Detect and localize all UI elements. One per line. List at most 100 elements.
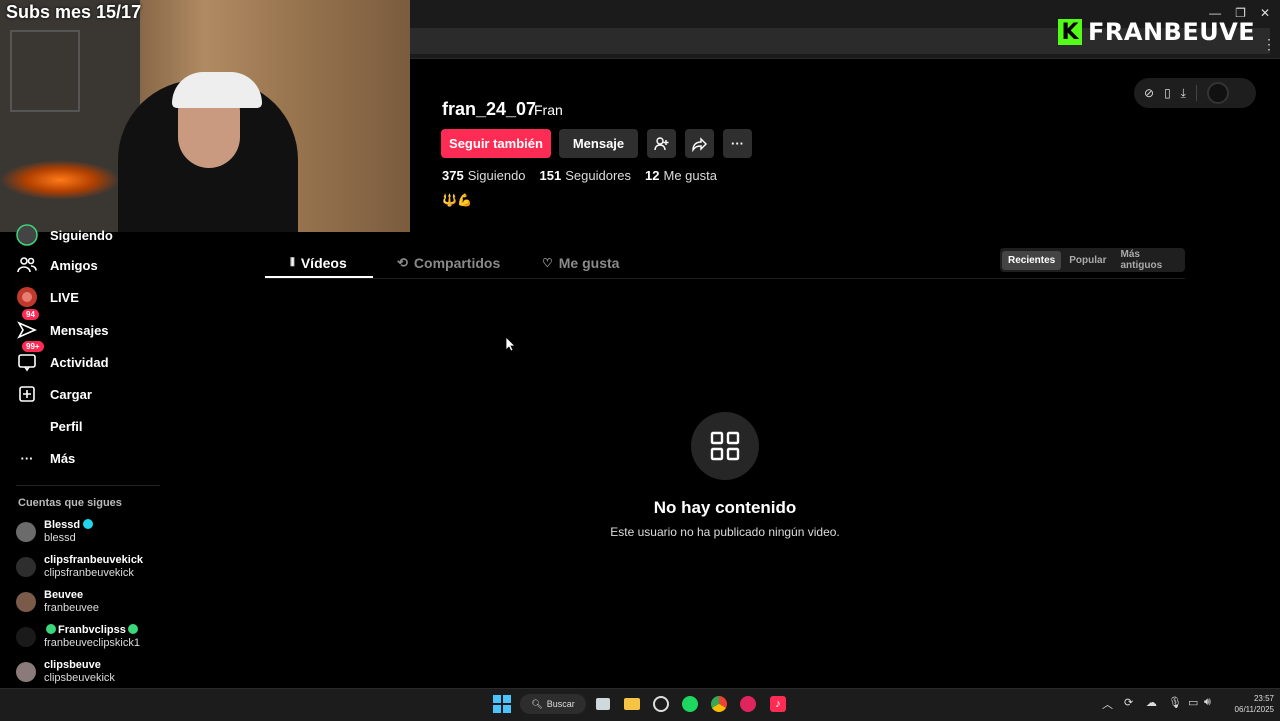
tray-app-icon[interactable]: ☁ [1146, 696, 1157, 709]
sidebar-item-label: Siguiendo [50, 227, 113, 243]
sidebar-divider [16, 485, 160, 486]
search-icon: 🔍︎ [531, 698, 543, 709]
profile-stats: 375 Siguiendo 151 Seguidores 12 Me gusta [442, 168, 717, 183]
share-button[interactable] [685, 129, 714, 158]
file-explorer-icon[interactable] [620, 692, 644, 716]
likes-stat: 12 Me gusta [645, 168, 717, 183]
toggle-icon[interactable] [1206, 82, 1229, 104]
activity-icon: 99+ [16, 341, 44, 373]
account-name: Beuvee [44, 589, 84, 601]
account-username: clipsbeuvekick [44, 672, 115, 684]
sidebar-item-friends[interactable]: Amigos [16, 254, 98, 276]
kick-logo-icon: K [1058, 19, 1082, 45]
tray-sync-icon[interactable]: ⟳ [1124, 696, 1133, 709]
account-name: clipsfranbeuvekick [44, 554, 144, 566]
tab-liked[interactable]: ♡ Me gusta [542, 255, 619, 271]
more-options-button[interactable]: ··· [723, 129, 752, 158]
ellipsis-icon: ··· [731, 136, 744, 151]
sort-option-oldest[interactable]: Más antiguos [1114, 245, 1183, 275]
follow-back-button[interactable]: Seguir también [441, 129, 551, 158]
avatar [16, 627, 36, 647]
tab-videos[interactable]: ⦀ Vídeos [290, 255, 347, 271]
clock-date: 06/11/2025 [1234, 705, 1274, 714]
sidebar-item-live[interactable]: LIVE [16, 286, 79, 308]
taskbar-search[interactable]: 🔍︎ Buscar [520, 694, 586, 714]
sidebar-item-upload[interactable]: Cargar [16, 383, 92, 405]
followers-stat[interactable]: 151 Seguidores [540, 168, 631, 183]
sidebar-item-following[interactable]: Siguiendo [16, 224, 113, 246]
sidebar-item-label: Mensajes [50, 322, 109, 338]
phone-icon[interactable]: ▯ [1164, 86, 1171, 100]
app-red-icon[interactable] [736, 692, 760, 716]
sort-option-recent[interactable]: Recientes [1002, 250, 1062, 270]
sort-option-popular[interactable]: Popular [1063, 251, 1112, 270]
live-dot-icon [127, 624, 138, 634]
close-icon[interactable]: ✕ [1260, 6, 1270, 20]
obs-icon[interactable] [649, 692, 673, 716]
tab-reposts[interactable]: ⟲ Compartidos [397, 255, 500, 271]
messages-icon: 94 [16, 309, 39, 341]
spotify-icon[interactable] [678, 692, 702, 716]
account-name: Franbvclipss [58, 624, 126, 636]
tiktok-icon[interactable]: ♪ [766, 692, 790, 716]
sidebar-item-activity[interactable]: 99+ Actividad [16, 341, 109, 373]
sidebar-item-label: Más [50, 450, 76, 466]
live-dot-icon [46, 624, 56, 634]
task-view-icon[interactable] [591, 692, 615, 716]
taskbar-clock[interactable]: 23:57 06/11/2025 [1218, 693, 1274, 715]
compass-icon[interactable]: ⊘ [1144, 86, 1154, 100]
sidebar-item-messages[interactable]: 94 Mensajes [16, 309, 109, 341]
heart-icon: ♡ [542, 256, 553, 270]
avatar [16, 592, 36, 612]
profile-username: fran_24_07 [442, 99, 537, 119]
sidebar-item-profile[interactable]: Perfil [16, 415, 83, 437]
sidebar-item-label: Amigos [50, 257, 98, 273]
friends-icon [16, 254, 38, 276]
tray-chevron-icon[interactable]: ︿ [1102, 696, 1113, 712]
followed-account[interactable]: clipsbeuve clipsbeuvekick [16, 659, 115, 685]
suggested-accounts-button[interactable] [647, 129, 676, 158]
sidebar-item-label: Actividad [50, 354, 109, 370]
avatar [16, 662, 36, 682]
account-username: franbeuveclipskick1 [44, 637, 140, 649]
network-icon[interactable]: ▭ [1188, 696, 1198, 709]
account-name: Blessd [44, 519, 81, 531]
clock-time: 23:57 [1253, 694, 1274, 703]
messages-badge: 94 [22, 309, 39, 320]
verified-icon [83, 519, 94, 529]
tabs-divider [265, 278, 1185, 279]
profile-nickname: Fran [534, 102, 563, 118]
following-accounts-title: Cuentas que sigues [18, 497, 122, 509]
sort-switcher: Recientes Popular Más antiguos [1000, 248, 1185, 272]
volume-icon[interactable]: 🔊︎ [1204, 696, 1211, 709]
share-icon [691, 136, 707, 152]
account-name: clipsbeuve [44, 659, 101, 671]
sidebar-item-label: Cargar [50, 386, 92, 402]
more-icon: ··· [20, 450, 34, 466]
profile-icon [16, 415, 38, 437]
windows-start-icon[interactable] [490, 692, 514, 716]
sidebar-item-more[interactable]: ··· Más [16, 447, 76, 469]
followed-account[interactable]: Franbvclipss franbeuveclipskick1 [16, 624, 140, 650]
upload-icon [16, 383, 38, 405]
empty-state-title: No hay contenido [653, 498, 797, 517]
chrome-icon[interactable] [707, 692, 731, 716]
floating-toolbar: ⊘ ▯ ⤓ [1134, 78, 1256, 108]
webcam-overlay [0, 0, 410, 232]
followed-account[interactable]: Beuvee franbeuvee [16, 589, 99, 615]
followed-account[interactable]: Blessd blessd [16, 519, 94, 545]
avatar [16, 522, 36, 542]
avatar [16, 557, 36, 577]
microphone-icon[interactable]: 🎙︎ [1168, 696, 1182, 709]
grid-bars-icon: ⦀ [290, 256, 295, 269]
followed-account[interactable]: clipsfranbeuvekick clipsfranbeuvekick [16, 554, 143, 580]
empty-state-subtitle: Este usuario no ha publicado ningún vide… [610, 525, 840, 539]
mouse-cursor-icon [505, 336, 516, 357]
empty-grid-icon [691, 412, 759, 480]
account-username: franbeuvee [44, 602, 100, 614]
message-button[interactable]: Mensaje [559, 129, 638, 158]
browser-menu-icon[interactable]: ⋮ [1262, 36, 1276, 53]
subs-goal-label: Subs mes 15/17 [6, 2, 142, 22]
following-stat[interactable]: 375 Siguiendo [442, 168, 526, 183]
download-icon[interactable]: ⤓ [1181, 86, 1186, 101]
